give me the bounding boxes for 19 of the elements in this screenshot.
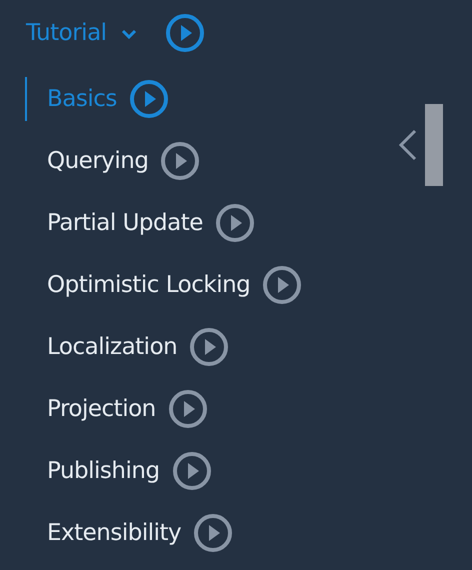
nav-item[interactable]: Localization <box>47 334 178 360</box>
chevron-left-icon[interactable] <box>398 129 418 161</box>
play-icon[interactable] <box>172 451 212 491</box>
play-icon[interactable] <box>189 327 230 367</box>
play-icon[interactable] <box>214 203 255 243</box>
play-icon[interactable] <box>193 513 234 553</box>
nav-item[interactable]: Projection <box>47 396 156 422</box>
nav-item[interactable]: Extensibility <box>47 520 182 546</box>
collapse-handle[interactable] <box>425 104 443 186</box>
nav-item[interactable]: Optimistic Locking <box>47 272 250 298</box>
play-icon[interactable] <box>160 141 200 181</box>
play-icon[interactable] <box>128 79 169 119</box>
play-icon[interactable] <box>262 265 302 305</box>
nav-item[interactable]: Partial Update <box>47 210 203 236</box>
nav-item[interactable]: Querying <box>47 148 148 174</box>
chevron-icon <box>120 28 137 40</box>
nav-item[interactable]: Publishing <box>47 458 160 484</box>
play-icon[interactable] <box>164 13 205 53</box>
play-icon[interactable] <box>168 389 208 429</box>
